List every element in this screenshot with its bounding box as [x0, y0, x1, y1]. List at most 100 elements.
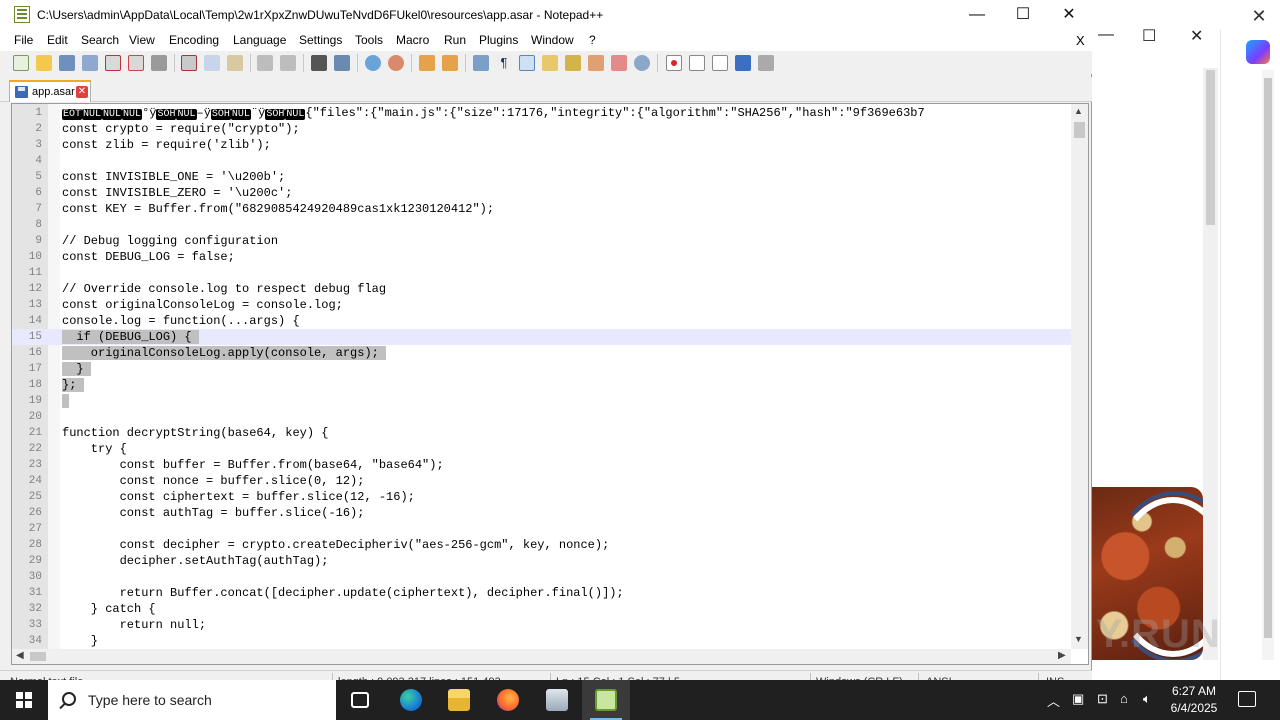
zoom-in-icon[interactable]	[365, 55, 381, 71]
code-line[interactable]: 30	[12, 569, 1072, 585]
show-all-characters-icon[interactable]: ¶	[496, 55, 512, 71]
close-all-icon[interactable]	[128, 55, 144, 71]
zoom-out-icon[interactable]	[388, 55, 404, 71]
notifications-icon[interactable]	[1238, 691, 1256, 707]
menu-settings[interactable]: Settings	[299, 33, 342, 47]
code-line[interactable]: 32 } catch {	[12, 601, 1072, 617]
new-file-icon[interactable]	[13, 55, 29, 71]
udl-icon[interactable]	[542, 55, 558, 71]
code-line[interactable]: 20	[12, 409, 1072, 425]
code-area[interactable]: 1 EOT NUL NUL NUL°ÿSOH NUL–ÿSOH NUL¨ÿSOH NUL{"f…	[12, 105, 1072, 649]
tray-overflow-chevron-icon[interactable]: ︿	[1047, 691, 1060, 710]
code-line[interactable]: 18};	[12, 377, 1072, 393]
bg-maximize-button[interactable]: ☐	[1142, 26, 1156, 46]
code-line[interactable]: 11	[12, 265, 1072, 281]
code-line[interactable]: 8	[12, 217, 1072, 233]
scroll-thumb[interactable]	[1264, 78, 1272, 638]
code-line[interactable]: 26 const authTag = buffer.slice(-16);	[12, 505, 1072, 521]
code-line[interactable]: 9 // Debug logging configuration	[12, 233, 1072, 249]
taskbar-remote-app[interactable]	[533, 680, 581, 720]
clock[interactable]: 6:27 AM 6/4/2025	[1164, 683, 1224, 717]
copy-icon[interactable]	[204, 55, 220, 71]
code-line[interactable]: 21 function decryptString(base64, key) {	[12, 425, 1072, 441]
document-map-icon[interactable]	[565, 55, 581, 71]
code-line[interactable]: 27	[12, 521, 1072, 537]
undo-icon[interactable]	[257, 55, 273, 71]
scroll-up-icon[interactable]: ▲	[1074, 106, 1083, 116]
sync-horizontal-icon[interactable]	[442, 55, 458, 71]
tab-close-icon[interactable]: ✕	[76, 86, 88, 98]
close-document-button[interactable]: X	[1076, 33, 1085, 48]
taskbar-search-box[interactable]: Type here to search	[48, 680, 336, 720]
outer-close-button[interactable]: ✕	[1247, 4, 1271, 28]
task-view-button[interactable]	[336, 680, 384, 720]
sidebar-scrollbar[interactable]	[1262, 70, 1274, 660]
code-line[interactable]: 15 if (DEBUG_LOG) {	[12, 329, 1072, 345]
record-macro-icon[interactable]	[666, 55, 682, 71]
menu-language[interactable]: Language	[233, 33, 286, 47]
code-line[interactable]: 25 const ciphertext = buffer.slice(12, -…	[12, 489, 1072, 505]
save-icon[interactable]	[59, 55, 75, 71]
code-line[interactable]: 6 const INVISIBLE_ZERO = '\u200c';	[12, 185, 1072, 201]
code-line[interactable]: 5 const INVISIBLE_ONE = '\u200b';	[12, 169, 1072, 185]
code-line[interactable]: 33 return null;	[12, 617, 1072, 633]
code-line[interactable]: 24 const nonce = buffer.slice(0, 12);	[12, 473, 1072, 489]
taskbar-edge[interactable]	[387, 680, 435, 720]
replace-icon[interactable]	[334, 55, 350, 71]
copilot-icon[interactable]	[1246, 40, 1270, 64]
code-line[interactable]: 13 const originalConsoleLog = console.log…	[12, 297, 1072, 313]
code-line[interactable]: 29 decipher.setAuthTag(authTag);	[12, 553, 1072, 569]
horizontal-scrollbar[interactable]: ◀ ▶	[12, 649, 1071, 664]
indent-guide-icon[interactable]	[519, 55, 535, 71]
menu-tools[interactable]: Tools	[355, 33, 383, 47]
play-macro-icon[interactable]	[712, 55, 728, 71]
menu-search[interactable]: Search	[81, 33, 119, 47]
run-macro-multiple-icon[interactable]	[735, 55, 751, 71]
scroll-right-icon[interactable]: ▶	[1058, 650, 1066, 661]
code-line[interactable]: 2 const crypto = require("crypto");	[12, 121, 1072, 137]
scroll-thumb[interactable]	[1206, 70, 1215, 225]
code-line[interactable]: 1 EOT NUL NUL NUL°ÿSOH NUL–ÿSOH NUL¨ÿSOH NUL{"f…	[12, 105, 1072, 121]
menu-run[interactable]: Run	[444, 33, 466, 47]
paste-icon[interactable]	[227, 55, 243, 71]
code-line[interactable]: 31 return Buffer.concat([decipher.update…	[12, 585, 1072, 601]
close-icon[interactable]	[105, 55, 121, 71]
taskbar-notepad-plus-plus[interactable]	[582, 680, 630, 720]
menu-plugins[interactable]: Plugins	[479, 33, 518, 47]
menu-view[interactable]: View	[129, 33, 155, 47]
menu-macro[interactable]: Macro	[396, 33, 429, 47]
save-macro-icon[interactable]	[758, 55, 774, 71]
scroll-down-icon[interactable]: ▼	[1074, 634, 1083, 644]
code-line[interactable]: 3 const zlib = require('zlib');	[12, 137, 1072, 153]
tray-app-icon[interactable]: ▣	[1072, 691, 1084, 707]
code-line[interactable]: 14 console.log = function(...args) {	[12, 313, 1072, 329]
code-line[interactable]: 28 const decipher = crypto.createDeciphe…	[12, 537, 1072, 553]
minimize-button[interactable]: —	[954, 0, 1000, 31]
menu-help[interactable]: ?	[589, 33, 596, 47]
editor[interactable]: 1 EOT NUL NUL NUL°ÿSOH NUL–ÿSOH NUL¨ÿSOH NUL{"f…	[11, 103, 1089, 665]
sync-vertical-icon[interactable]	[419, 55, 435, 71]
code-line[interactable]: 16 originalConsoleLog.apply(console, arg…	[12, 345, 1072, 361]
word-wrap-icon[interactable]	[473, 55, 489, 71]
find-icon[interactable]	[311, 55, 327, 71]
code-line[interactable]: 17 }	[12, 361, 1072, 377]
code-line[interactable]: 34 }	[12, 633, 1072, 649]
code-line[interactable]: 19	[12, 393, 1072, 409]
code-line[interactable]: 23 const buffer = Buffer.from(base64, "b…	[12, 457, 1072, 473]
background-scrollbar[interactable]	[1203, 68, 1218, 660]
maximize-button[interactable]: ☐	[1000, 0, 1046, 31]
tray-meet-icon[interactable]: ⊡	[1097, 691, 1108, 707]
code-line[interactable]: 4	[12, 153, 1072, 169]
bg-close-button[interactable]: ✕	[1190, 26, 1203, 46]
scroll-thumb[interactable]	[30, 652, 46, 661]
cut-icon[interactable]	[181, 55, 197, 71]
save-all-icon[interactable]	[82, 55, 98, 71]
redo-icon[interactable]	[280, 55, 296, 71]
menu-window[interactable]: Window	[531, 33, 574, 47]
taskbar-firefox[interactable]	[484, 680, 532, 720]
taskbar-file-explorer[interactable]	[435, 680, 483, 720]
tab-app-asar[interactable]: app.asar ✕	[9, 80, 91, 102]
open-file-icon[interactable]	[36, 55, 52, 71]
vertical-scrollbar[interactable]: ▲ ▼	[1071, 104, 1088, 649]
menu-file[interactable]: File	[14, 33, 33, 47]
